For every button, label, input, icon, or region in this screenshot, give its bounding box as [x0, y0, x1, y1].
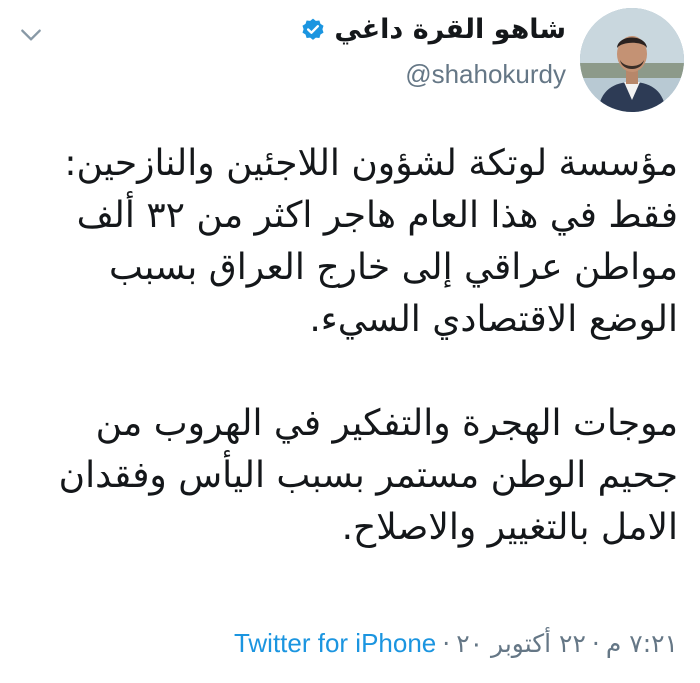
avatar[interactable]	[580, 8, 684, 112]
display-name-row: شاهو القرة داغي	[300, 14, 566, 45]
tweet-paragraph: موجات الهجرة والتفكير في الهروب من جحيم …	[58, 403, 678, 548]
meta-separator: ·	[591, 629, 600, 658]
meta-separator: ·	[442, 629, 451, 658]
tweet-header: شاهو القرة داغي @shahokurdy	[0, 0, 700, 120]
author-info: شاهو القرة داغي @shahokurdy	[300, 14, 566, 90]
tweet-meta: ٧:٢١ م · ٢٢ أكتوبر ٢٠ · Twitter for iPho…	[234, 628, 678, 659]
tweet-paragraph: مؤسسة لوتكة لشؤون اللاجئين والنازحين: فق…	[64, 143, 678, 340]
tweet-text: مؤسسة لوتكة لشؤون اللاجئين والنازحين: فق…	[22, 138, 678, 554]
tweet-date[interactable]: ٢٢ أكتوبر ٢٠	[456, 629, 586, 658]
tweet-time[interactable]: ٧:٢١ م	[606, 629, 678, 658]
author-handle[interactable]: @shahokurdy	[300, 59, 566, 90]
verified-badge-icon	[300, 17, 326, 43]
avatar-photo	[580, 8, 684, 112]
display-name[interactable]: شاهو القرة داغي	[334, 14, 566, 45]
tweet-source-link[interactable]: Twitter for iPhone	[234, 628, 436, 659]
chevron-down-icon[interactable]	[18, 22, 44, 48]
tweet-card: شاهو القرة داغي @shahokurdy مؤسسة لوتكة …	[0, 0, 700, 683]
